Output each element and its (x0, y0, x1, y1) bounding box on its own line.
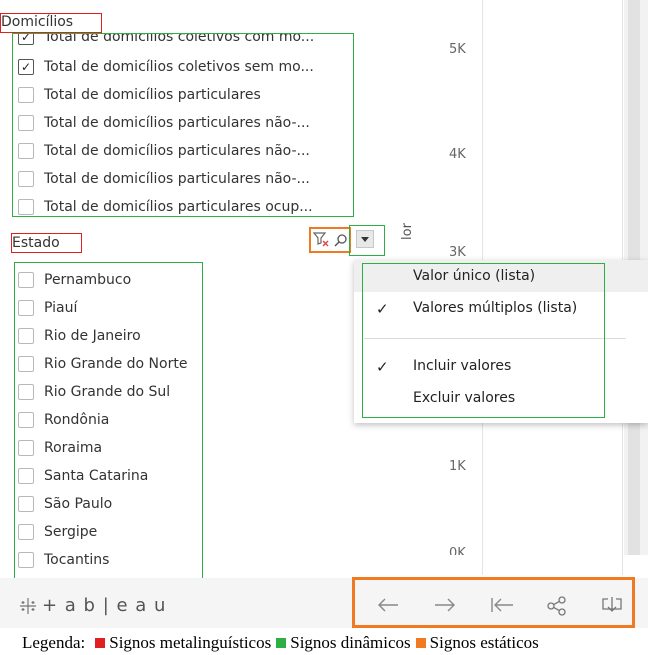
estado-item-label: Rio de Janeiro (44, 328, 141, 344)
domicilios-header-highlight (0, 13, 102, 33)
checkbox[interactable] (18, 143, 34, 159)
estado-item-label: Pernambuco (44, 272, 132, 288)
estado-item[interactable]: Tocantins (18, 549, 109, 571)
checkbox[interactable]: ✓ (18, 34, 34, 45)
y-tick-4k: 4K (449, 147, 466, 162)
checkbox[interactable] (18, 440, 34, 456)
legend: Legenda: Signos metalinguísticos Signos … (22, 633, 539, 653)
domicilio-item-3[interactable]: Total de domicílios particulares (18, 84, 261, 106)
estado-item-label: Santa Catarina (44, 468, 149, 484)
redo-icon[interactable] (434, 597, 456, 617)
estado-item-label: Piauí (44, 300, 78, 316)
download-icon[interactable] (601, 596, 623, 620)
y-tick-5k: 5K (449, 42, 466, 57)
filter-menu-button[interactable] (356, 230, 374, 248)
domicilio-item-7[interactable]: Total de domicílios particulares ocup... (18, 196, 313, 216)
domicilio-item-label: Total de domicílios particulares não-... (44, 171, 310, 187)
estado-item-label: São Paulo (44, 496, 113, 512)
checkbox[interactable] (18, 384, 34, 400)
estado-item[interactable]: São Paulo (18, 493, 112, 515)
tableau-logo-icon (18, 596, 38, 620)
share-icon[interactable] (547, 596, 567, 620)
clear-filter-icon[interactable] (312, 231, 329, 251)
y-tick-1k: 1K (449, 459, 466, 474)
estado-item[interactable]: Rondônia (18, 409, 109, 431)
checkbox[interactable] (18, 524, 34, 540)
legend-item-label: Signos estáticos (429, 633, 539, 652)
tableau-logo-text: + a b | e a u (42, 595, 167, 616)
estado-item[interactable]: Roraima (18, 437, 102, 459)
checkbox[interactable] (18, 468, 34, 484)
domicilio-item-label: Total de domicílios particulares não-... (44, 143, 310, 159)
legend-item-label: Signos dinâmicos (290, 633, 411, 652)
menu-highlight (362, 263, 605, 418)
estado-item-label: Sergipe (44, 524, 98, 540)
legend-item-label: Signos metalinguísticos (109, 633, 272, 652)
check-icon: ✓ (20, 34, 32, 44)
estado-item[interactable]: Piauí (18, 297, 77, 319)
estado-item[interactable]: Santa Catarina (18, 465, 148, 487)
undo-icon[interactable] (377, 597, 399, 617)
legend-swatch-green (276, 638, 287, 648)
estado-item-label: Rio Grande do Norte (44, 356, 188, 372)
domicilio-item-5[interactable]: Total de domicílios particulares não-... (18, 140, 310, 162)
estado-item-label: Rio Grande do Sul (44, 384, 171, 400)
domicilio-item-label: Total de domicílios particulares não-... (44, 115, 310, 131)
check-icon: ✓ (20, 60, 32, 74)
search-icon[interactable] (334, 232, 348, 251)
estado-item[interactable]: Rio Grande do Sul (18, 381, 170, 403)
y-axis-title: lor (400, 223, 415, 240)
checkbox[interactable] (18, 328, 34, 344)
revert-icon[interactable] (490, 597, 514, 617)
checkbox[interactable] (18, 496, 34, 512)
legend-swatch-red (95, 638, 106, 648)
estado-item[interactable]: Sergipe (18, 521, 97, 543)
checkbox[interactable] (18, 552, 34, 568)
y-tick-3k: 3K (449, 245, 466, 260)
domicilio-item-label: Total de domicílios particulares (44, 87, 261, 103)
estado-item-label: Roraima (44, 440, 103, 456)
estado-item[interactable]: Pernambuco (18, 269, 131, 291)
estado-header-highlight (11, 233, 82, 253)
checkbox[interactable] (18, 272, 34, 288)
legend-prefix: Legenda: (22, 633, 86, 652)
checkbox[interactable] (18, 199, 34, 215)
domicilio-item-2[interactable]: ✓ Total de domicílios coletivos sem mo..… (18, 56, 314, 78)
domicilio-item-label: Total de domicílios coletivos com mo... (44, 34, 315, 45)
domicilio-item-4[interactable]: Total de domicílios particulares não-... (18, 112, 310, 134)
checkbox[interactable] (18, 356, 34, 372)
domicilio-item-1[interactable]: ✓ Total de domicílios coletivos com mo..… (18, 34, 314, 48)
y-tick-0k: 0K (449, 546, 466, 555)
estado-item-label: Tocantins (44, 552, 110, 568)
estado-item[interactable]: Rio Grande do Norte (18, 353, 187, 375)
checkbox[interactable]: ✓ (18, 59, 34, 75)
chevron-down-icon (361, 237, 369, 242)
estado-item[interactable]: Rio de Janeiro (18, 325, 141, 347)
domicilios-list: ✓ Total de domicílios coletivos com mo..… (13, 34, 353, 216)
checkbox[interactable] (18, 300, 34, 316)
domicilio-item-label: Total de domicílios particulares ocup... (44, 199, 313, 215)
domicilio-item-6[interactable]: Total de domicílios particulares não-... (18, 168, 310, 190)
estado-item-label: Rondônia (44, 412, 110, 428)
legend-swatch-orange (415, 638, 426, 648)
domicilio-item-label: Total de domicílios coletivos sem mo... (44, 59, 314, 75)
checkbox[interactable] (18, 171, 34, 187)
checkbox[interactable] (18, 87, 34, 103)
estado-list: Pernambuco Piauí Rio de Janeiro Rio Gran… (16, 264, 202, 576)
checkbox[interactable] (18, 412, 34, 428)
checkbox[interactable] (18, 115, 34, 131)
